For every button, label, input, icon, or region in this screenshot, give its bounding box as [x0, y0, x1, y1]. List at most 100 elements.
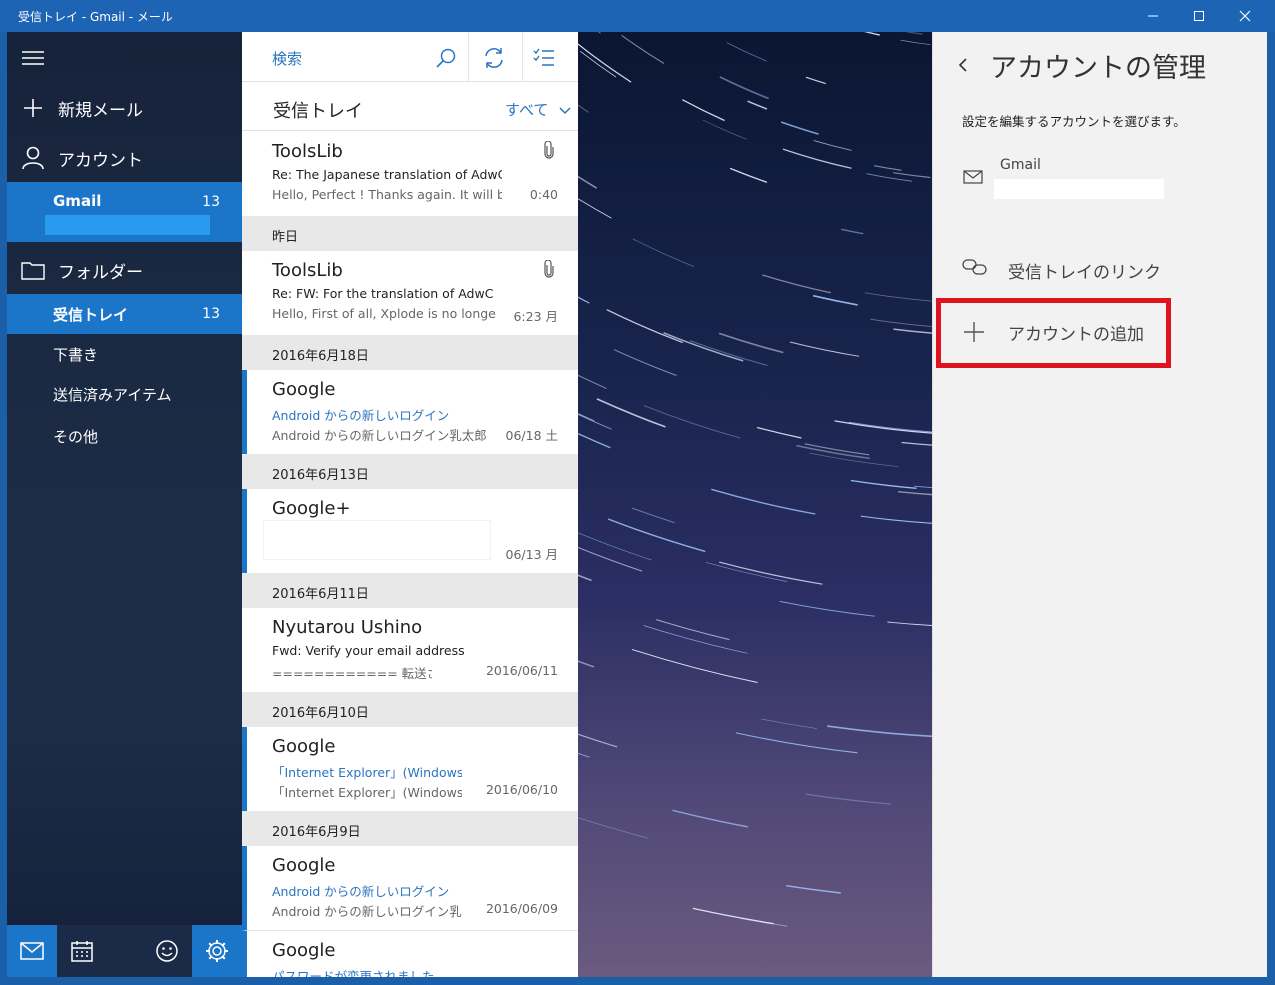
folder-item-inbox[interactable]: 受信トレイ 13 [7, 294, 242, 334]
maximize-button[interactable] [1176, 0, 1222, 32]
message-item[interactable]: Google パスワードが変更されました [242, 930, 578, 977]
date-group-header: 2016年6月10日 [242, 692, 578, 727]
star-trail [643, 625, 748, 654]
star-trail [848, 421, 932, 433]
folder-item-sent[interactable]: 送信済みアイテム [7, 374, 242, 414]
account-label: Gmail [1000, 157, 1041, 173]
search-button[interactable] [428, 42, 464, 74]
list-toolbar: 検索 [242, 32, 578, 82]
date-group-label: 2016年6月13日 [272, 468, 369, 483]
hamburger-button[interactable] [7, 40, 242, 76]
star-trail [779, 600, 875, 617]
date-group-header: 2016年6月11日 [242, 573, 578, 608]
star-trail [827, 725, 932, 738]
folder-icon [21, 262, 45, 280]
feedback-button[interactable] [142, 925, 192, 977]
star-trail [692, 907, 774, 925]
star-trail [761, 718, 817, 729]
message-preview: ============ 転送されたメ [272, 666, 432, 681]
new-mail-button[interactable]: 新規メール [7, 90, 242, 126]
list-header: 受信トレイ すべて [242, 83, 578, 131]
message-item[interactable]: Google Android からの新しいログイン Android からの新しい… [242, 370, 578, 454]
message-time: 2016/06/11 [485, 663, 558, 678]
settings-button[interactable] [192, 925, 242, 977]
star-trails-image [578, 32, 932, 927]
link-inboxes-label: 受信トレイのリンク [1008, 263, 1161, 283]
filter-dropdown[interactable]: すべて [505, 99, 571, 120]
message-subject: 「Internet Explorer」(Windows [272, 765, 462, 780]
minimize-icon [1148, 15, 1158, 17]
star-trail [735, 732, 858, 754]
back-button[interactable] [957, 56, 969, 74]
star-trail [578, 296, 590, 304]
mail-app-button[interactable] [7, 925, 57, 977]
maximize-icon [1194, 11, 1204, 21]
manage-accounts-pane: アカウントの管理 設定を編集するアカウントを選びます。 Gmail 受信トレイの… [932, 32, 1267, 977]
message-preview: Hello, Perfect ! Thanks again. It will b… [272, 187, 502, 202]
selection-mode-button[interactable] [526, 42, 562, 74]
folder-label: 受信トレイ [53, 305, 129, 324]
star-trail [672, 809, 748, 828]
star-trail [632, 507, 675, 524]
star-trail [789, 341, 860, 357]
accounts-button[interactable]: アカウント [7, 140, 242, 176]
new-mail-label: 新規メール [58, 100, 143, 121]
date-group-label: 2016年6月9日 [272, 825, 361, 840]
date-group-label: 2016年6月18日 [272, 349, 369, 364]
star-trail [870, 318, 932, 327]
chevron-left-icon [958, 58, 967, 72]
search-input[interactable]: 検索 [272, 48, 302, 69]
star-trail [747, 100, 768, 110]
toolbar-divider [468, 32, 469, 82]
accounts-label: アカウント [58, 150, 143, 171]
gear-icon [206, 940, 228, 962]
message-item[interactable]: Nyutarou Ushino Fwd: Verify your email a… [242, 608, 578, 692]
message-time: 0:40 [529, 187, 558, 202]
star-trail [705, 561, 788, 582]
add-account-label: アカウントの追加 [1008, 325, 1144, 345]
message-subject: Re: The Japanese translation of AdwCl [272, 167, 502, 182]
message-sender: Google [272, 379, 336, 400]
checklist-icon [533, 48, 554, 66]
message-item[interactable]: ToolsLib Re: The Japanese translation of… [242, 132, 578, 216]
star-trail [631, 648, 758, 683]
star-trail [682, 99, 725, 122]
star-trail [805, 76, 826, 85]
account-name: Gmail [53, 192, 102, 210]
message-sender: ToolsLib [272, 260, 343, 281]
close-button[interactable] [1222, 0, 1268, 32]
folder-unread-count: 13 [202, 306, 220, 322]
message-subject: Re: FW: For the translation of AdwC [272, 286, 494, 301]
account-item-gmail[interactable]: Gmail 13 [7, 182, 242, 242]
minimize-button[interactable] [1130, 0, 1176, 32]
folders-button[interactable]: フォルダー [7, 252, 242, 288]
sync-button[interactable] [476, 42, 512, 74]
star-trail [578, 733, 618, 748]
message-time: 06/18 土 [505, 428, 559, 443]
star-trail [900, 39, 931, 46]
message-time: 2016/06/10 [485, 782, 558, 797]
message-preview: 「Internet Explorer」(Windows [272, 785, 462, 800]
star-trail [578, 574, 592, 582]
star-trail [606, 309, 684, 344]
star-trail [578, 817, 648, 839]
folder-label: その他 [53, 427, 99, 446]
star-trail [578, 752, 590, 758]
star-trail [578, 175, 598, 189]
star-trail [578, 198, 612, 219]
message-item[interactable]: ToolsLib Re: FW: For the translation of … [242, 251, 578, 335]
folder-item-drafts[interactable]: 下書き [7, 334, 242, 374]
folder-item-more[interactable]: その他 [7, 416, 242, 456]
message-item[interactable]: Google Android からの新しいログイン Android からの新しい… [242, 846, 578, 930]
star-trail [578, 432, 611, 449]
calendar-app-button[interactable] [57, 925, 107, 977]
message-time: 06/13 月 [505, 547, 559, 562]
message-preview: Android からの新しいログイン乳太郎 [272, 428, 487, 443]
message-item[interactable]: Google+ 06/13 月 [242, 489, 578, 573]
message-time: 2016/06/09 [485, 901, 558, 916]
message-subject: Android からの新しいログイン [272, 408, 450, 423]
message-item[interactable]: Google 「Internet Explorer」(Windows 「Inte… [242, 727, 578, 811]
star-trail [719, 76, 770, 100]
message-time: 6:23 月 [513, 309, 558, 324]
date-group-label: 2016年6月10日 [272, 706, 369, 721]
